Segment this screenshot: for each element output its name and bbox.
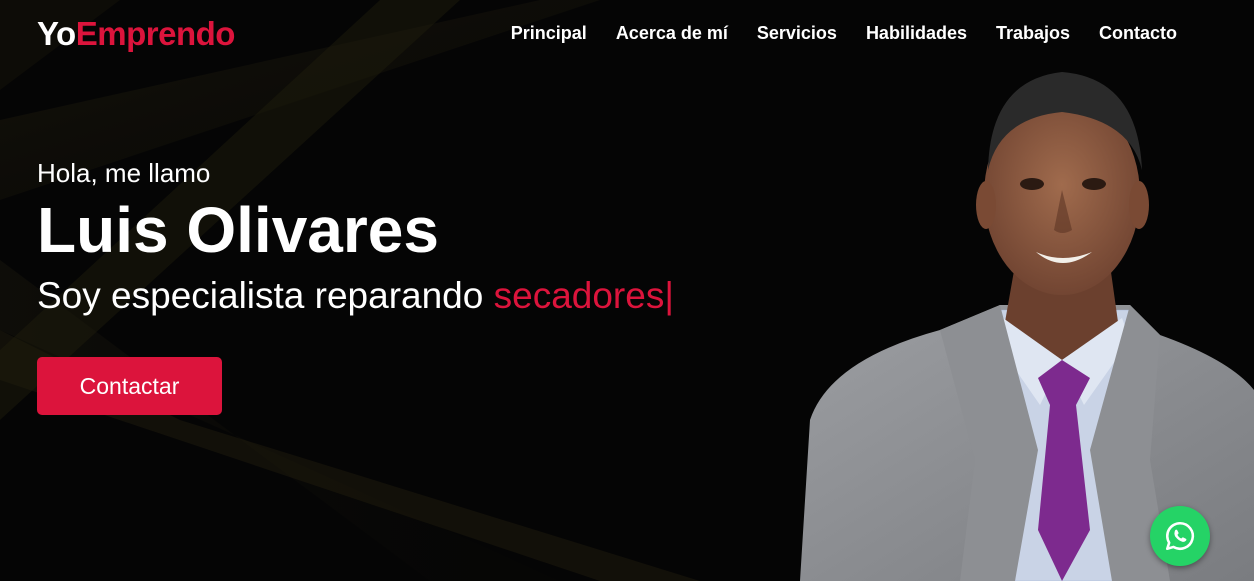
tagline-prefix: Soy especialista reparando bbox=[37, 275, 494, 316]
hero-name: Luis Olivares bbox=[37, 194, 439, 266]
hero-greeting: Hola, me llamo bbox=[37, 158, 211, 188]
hero-text: Hola, me llamo Luis Olivares Soy especia… bbox=[37, 156, 674, 320]
nav-item-trabajos[interactable]: Trabajos bbox=[996, 20, 1070, 46]
main-nav: Principal Acerca de mí Servicios Habilid… bbox=[511, 20, 1177, 46]
logo-part-yo: Yo bbox=[37, 15, 76, 52]
logo-part-emprendo: Emprendo bbox=[75, 15, 236, 52]
profile-photo bbox=[800, 72, 1254, 581]
site-logo[interactable]: YoEmprendo bbox=[37, 14, 235, 54]
contact-button[interactable]: Contactar bbox=[37, 357, 222, 415]
nav-item-servicios[interactable]: Servicios bbox=[757, 20, 837, 46]
tagline-highlight: secadores bbox=[493, 275, 665, 316]
nav-item-principal[interactable]: Principal bbox=[511, 20, 587, 46]
nav-item-habilidades[interactable]: Habilidades bbox=[866, 20, 967, 46]
hero-page: YoEmprendo Principal Acerca de mí Servic… bbox=[0, 0, 1254, 581]
hero-tagline: Soy especialista reparando secadores| bbox=[37, 272, 674, 320]
whatsapp-icon bbox=[1165, 521, 1195, 551]
nav-item-contacto[interactable]: Contacto bbox=[1099, 20, 1177, 46]
whatsapp-button[interactable] bbox=[1150, 506, 1210, 566]
nav-item-acerca[interactable]: Acerca de mí bbox=[616, 20, 728, 46]
typing-cursor: | bbox=[664, 275, 674, 316]
